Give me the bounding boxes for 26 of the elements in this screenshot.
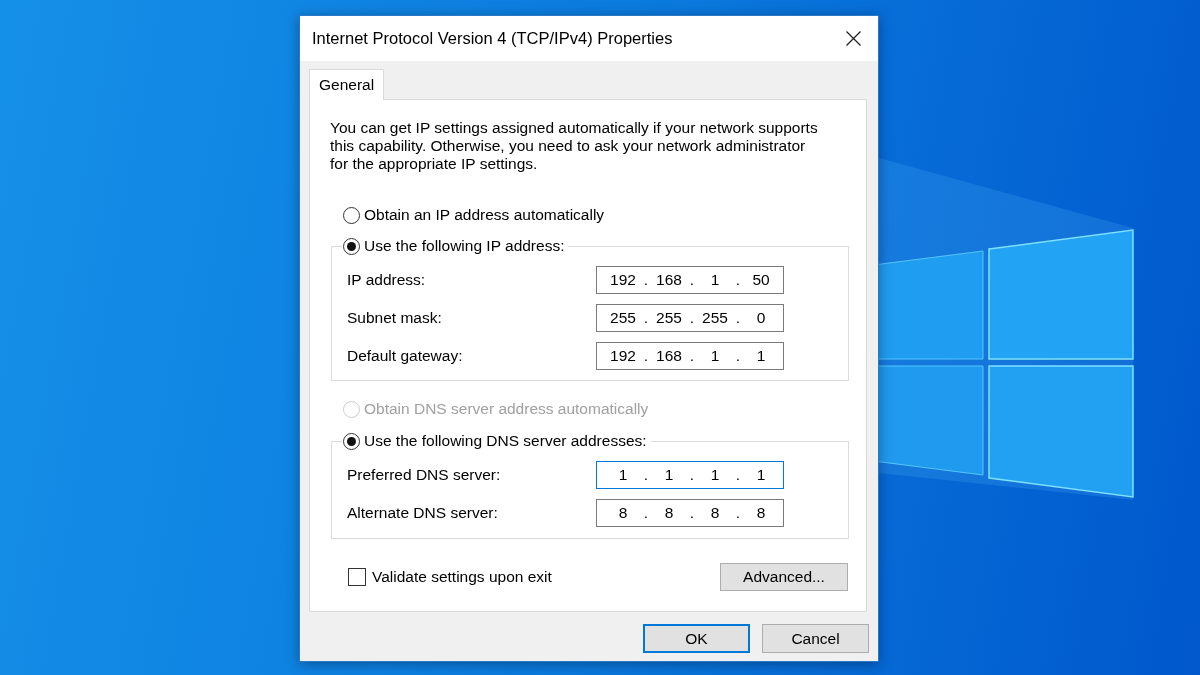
window-title: Internet Protocol Version 4 (TCP/IPv4) Properties [312, 28, 673, 50]
radio-label: Obtain DNS server address automatically [364, 399, 649, 420]
address-field[interactable]: 192 . 168 . 1 . 1 [596, 342, 784, 370]
radio-label: Obtain an IP address automatically [364, 205, 605, 226]
radio-button[interactable] [343, 206, 360, 224]
field-label: Default gateway: [347, 346, 463, 367]
address-field[interactable]: 192 . 168 . 1 . 50 [596, 266, 784, 294]
checkbox[interactable] [348, 567, 366, 586]
checkbox-label: Validate settings upon exit [372, 567, 552, 587]
radio-label: Use the following DNS server addresses: [364, 431, 647, 452]
close-icon [845, 31, 861, 46]
dialog-button[interactable]: Cancel [762, 624, 869, 653]
field-label: Subnet mask: [347, 308, 442, 329]
tab[interactable]: General [309, 69, 385, 100]
field-label: Alternate DNS server: [347, 503, 498, 524]
description-text: You can get IP settings assigned automatically if your network supports this capability. Otherwise, you need to ask your network administrator for the appropriate IP settings. [330, 119, 819, 173]
field-label: IP address: [347, 270, 426, 291]
advanced-button[interactable]: Advanced... [720, 563, 848, 591]
dialog-button[interactable]: OK [643, 624, 750, 653]
radio-label: Use the following IP address: [364, 236, 565, 257]
radio-button[interactable] [343, 432, 360, 450]
address-field[interactable]: 255 . 255 . 255 . 0 [596, 304, 784, 332]
radio-button[interactable] [343, 237, 360, 255]
field-label: Preferred DNS server: [347, 465, 501, 486]
address-field[interactable]: 1 . 1 . 1 . 1 [596, 461, 784, 489]
address-field[interactable]: 8 . 8 . 8 . 8 [596, 499, 784, 527]
